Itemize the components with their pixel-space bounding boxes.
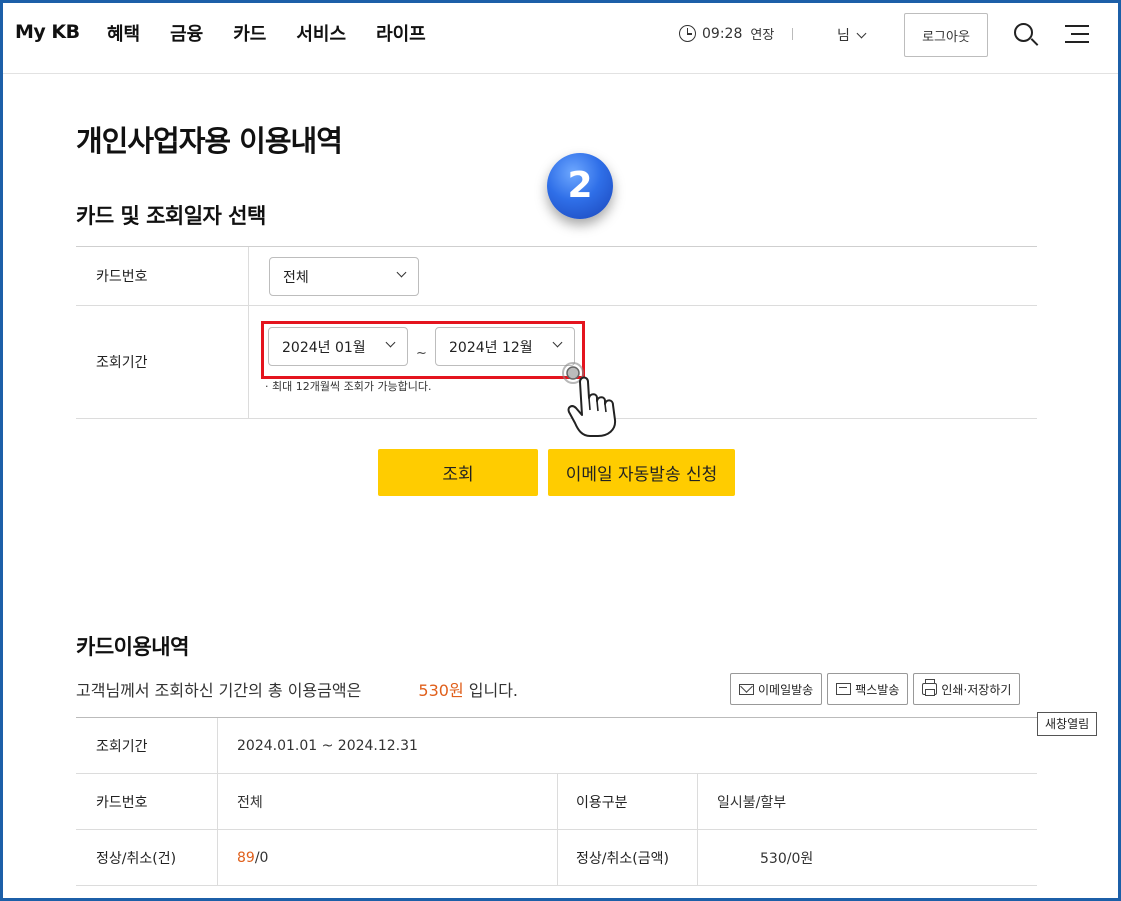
action-buttons: 이메일발송 팩스발송 인쇄·저장하기 (730, 673, 1021, 705)
extend-session-button[interactable]: 연장 (750, 24, 774, 43)
chevron-down-icon (385, 337, 396, 348)
header: My KB 혜택 금융 카드 서비스 라이프 09:28 연장 님 로그아웃 (3, 3, 1118, 74)
count-value: 89/0 (218, 830, 558, 885)
mail-icon (739, 683, 754, 695)
period-from-value: 2024년 01월 (282, 339, 366, 356)
amount-label: 정상/취소(금액) (558, 830, 698, 885)
main-nav: 혜택 금융 카드 서비스 라이프 (107, 20, 426, 46)
new-window-tooltip: 새창열림 (1037, 712, 1098, 736)
nav-card[interactable]: 카드 (233, 20, 266, 46)
chevron-down-icon (856, 28, 867, 38)
count-normal: 89 (237, 849, 255, 866)
amount-value: 530/0원 (760, 850, 814, 867)
count-label: 정상/취소(건) (76, 830, 218, 885)
print-save-button[interactable]: 인쇄·저장하기 (913, 673, 1021, 705)
card-number-select[interactable]: 전체 (269, 257, 419, 296)
nav-life[interactable]: 라이프 (376, 20, 426, 46)
email-send-button[interactable]: 이메일발송 (730, 673, 823, 705)
summary-prefix: 고객님께서 조회하신 기간의 총 이용금액은 (76, 681, 362, 700)
printer-icon (922, 679, 938, 696)
hand-pointer-icon (562, 362, 617, 437)
page-title: 개인사업자용 이용내역 (76, 124, 343, 158)
search-form: 카드번호 전체 조회기간 2024년 01월 ~ 2024년 12월 · 최대 … (76, 246, 1037, 419)
table-row: 조회기간 2024.01.01 ~ 2024.12.31 (76, 718, 1037, 774)
table-row: 카드번호 전체 이용구분 일시불/할부 (76, 774, 1037, 830)
usage-summary: 고객님께서 조회하신 기간의 총 이용금액은 530원 입니다. (76, 677, 518, 701)
divider (792, 27, 794, 40)
period-separator: ~ (416, 346, 427, 361)
search-section-title: 카드 및 조회일자 선택 (76, 204, 266, 228)
fax-icon (836, 683, 852, 695)
card-number-value: 전체 (283, 269, 309, 286)
usage-summary-table: 조회기간 2024.01.01 ~ 2024.12.31 카드번호 전체 이용구… (76, 717, 1037, 886)
count-cancel: /0 (254, 849, 269, 866)
logout-button[interactable]: 로그아웃 (904, 13, 988, 57)
period-row: 조회기간 2024년 01월 ~ 2024년 12월 · 최대 12개월씩 조회… (76, 306, 1037, 419)
usage-type-label: 이용구분 (558, 774, 698, 829)
period-label: 조회기간 (76, 718, 218, 773)
usage-type-value: 일시불/할부 (717, 794, 787, 811)
card-number-row: 카드번호 전체 (76, 247, 1037, 306)
nav-finance[interactable]: 금융 (170, 20, 203, 46)
fax-send-button[interactable]: 팩스발송 (827, 673, 909, 705)
period-value: 2024.01.01 ~ 2024.12.31 (237, 737, 418, 754)
period-note: · 최대 12개월씩 조회가 가능합니다. (265, 380, 432, 393)
kb-logo[interactable]: My KB (13, 21, 82, 43)
chevron-down-icon (396, 267, 407, 278)
card-number-value: 전체 (218, 774, 558, 829)
period-to-select[interactable]: 2024년 12월 (435, 327, 575, 366)
user-name: 님 (837, 28, 850, 44)
chevron-down-icon (552, 337, 563, 348)
search-button[interactable]: 조회 (378, 449, 538, 496)
usage-section-title: 카드이용내역 (76, 635, 189, 659)
total-amount: 530원 (418, 681, 464, 700)
card-number-label: 카드번호 (76, 774, 218, 829)
nav-benefits[interactable]: 혜택 (107, 20, 140, 46)
period-to-value: 2024년 12월 (449, 339, 533, 356)
table-row: 정상/취소(건) 89/0 정상/취소(금액) 530/0원 (76, 830, 1037, 886)
nav-service[interactable]: 서비스 (296, 20, 346, 46)
period-from-select[interactable]: 2024년 01월 (268, 327, 408, 366)
hamburger-menu-icon[interactable] (1065, 25, 1089, 45)
user-menu[interactable]: 님 (837, 25, 867, 45)
step-badge: 2 (547, 153, 613, 219)
email-auto-send-button[interactable]: 이메일 자동발송 신청 (548, 449, 735, 496)
clock-icon (679, 25, 696, 42)
period-label: 조회기간 (76, 306, 249, 418)
card-number-label: 카드번호 (76, 247, 249, 305)
summary-suffix: 입니다. (468, 681, 519, 700)
session-timer: 09:28 연장 (679, 24, 794, 43)
session-time: 09:28 (702, 25, 743, 42)
search-icon[interactable] (1013, 22, 1039, 48)
